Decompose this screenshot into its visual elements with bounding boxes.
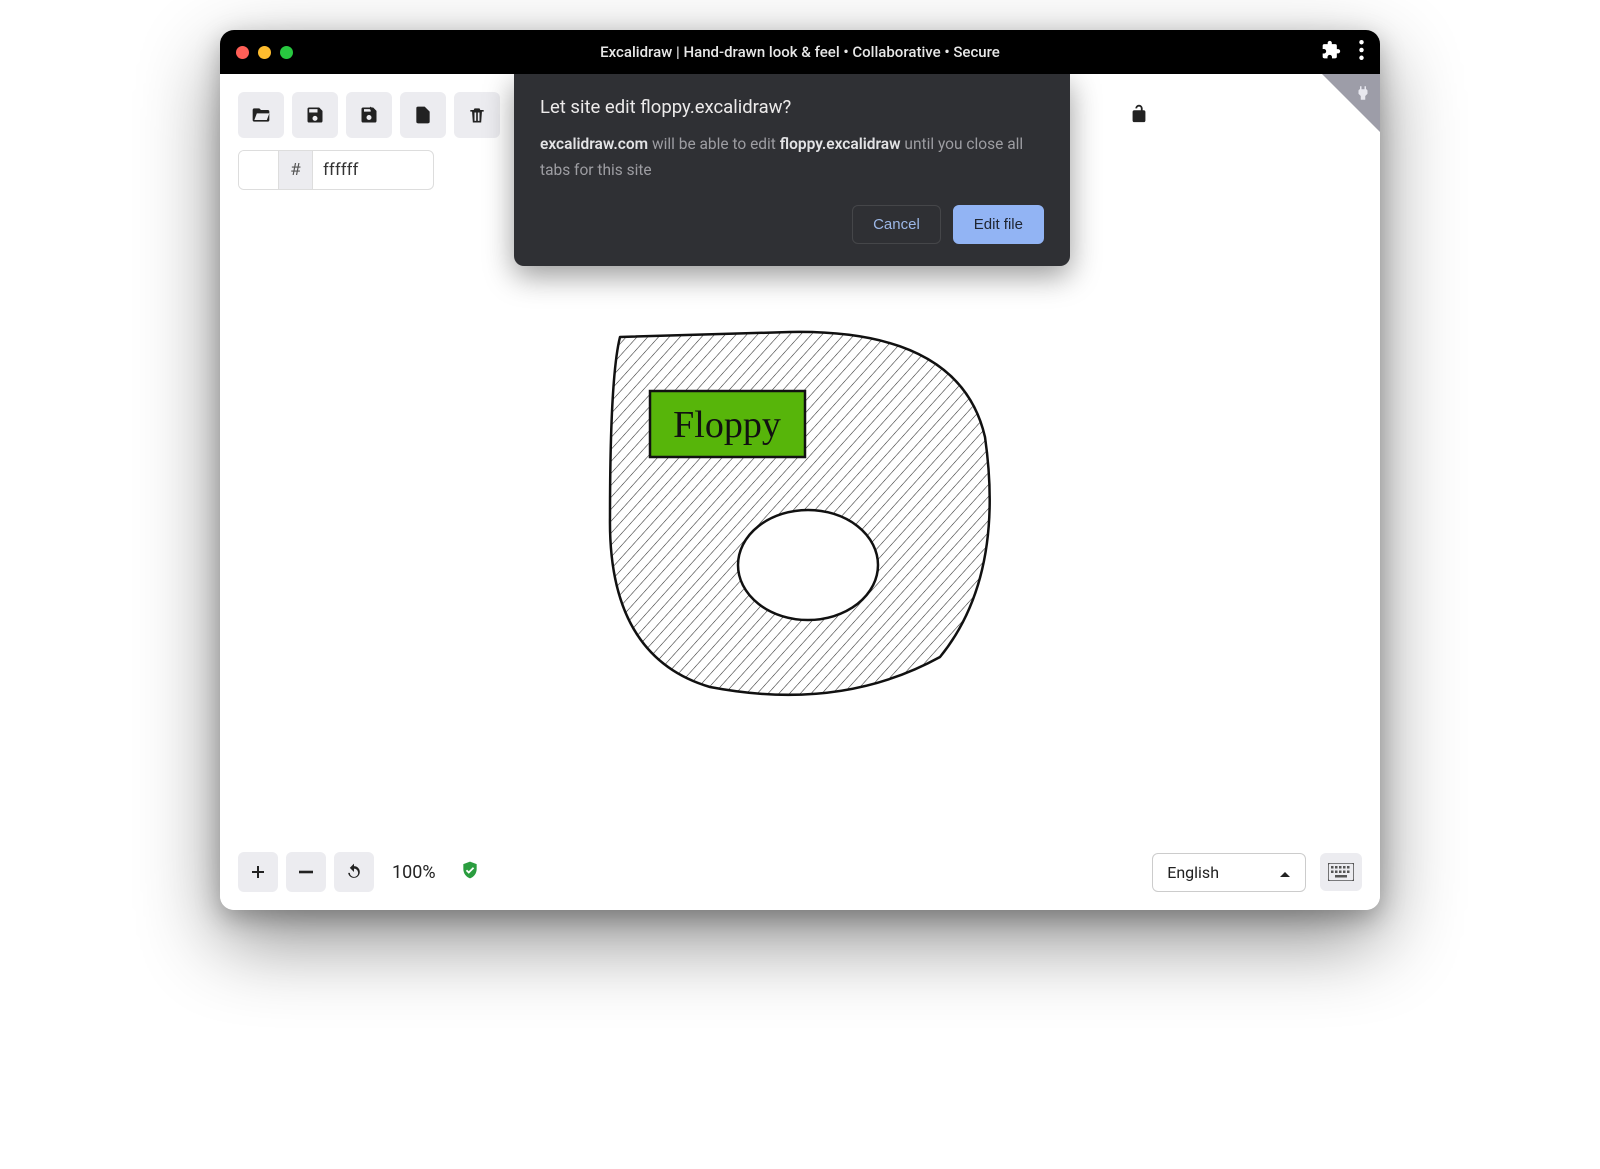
floppy-drawing: Floppy <box>590 317 1010 707</box>
language-label: English <box>1167 863 1219 882</box>
titlebar: Excalidraw | Hand-drawn look & feel • Co… <box>220 30 1380 74</box>
zoom-level: 100% <box>382 862 446 883</box>
background-color-control: # ffffff <box>238 150 434 190</box>
zoom-in-button[interactable] <box>238 852 278 892</box>
minimize-window-button[interactable] <box>258 46 271 59</box>
dialog-body: excalidraw.com will be able to edit flop… <box>540 132 1044 183</box>
chevron-up-icon <box>1279 863 1291 882</box>
plug-icon <box>1354 84 1372 106</box>
bottom-bar: 100% English <box>238 852 1362 892</box>
extensions-icon[interactable] <box>1321 40 1341 64</box>
hash-label: # <box>279 151 313 189</box>
edit-file-button[interactable]: Edit file <box>953 205 1044 244</box>
dialog-filename: floppy.excalidraw <box>780 135 901 153</box>
save-as-button[interactable] <box>346 92 392 138</box>
export-button[interactable] <box>400 92 446 138</box>
app-window: Excalidraw | Hand-drawn look & feel • Co… <box>220 30 1380 910</box>
language-select[interactable]: English <box>1152 853 1306 892</box>
app-body: # ffffff <box>220 74 1380 910</box>
dialog-title: Let site edit floppy.excalidraw? <box>540 96 1044 118</box>
window-title: Excalidraw | Hand-drawn look & feel • Co… <box>600 43 1000 61</box>
open-file-button[interactable] <box>238 92 284 138</box>
dialog-site: excalidraw.com <box>540 135 648 153</box>
delete-button[interactable] <box>454 92 500 138</box>
keyboard-button[interactable] <box>1320 853 1362 891</box>
reset-zoom-button[interactable] <box>334 852 374 892</box>
more-menu-icon[interactable] <box>1359 40 1364 64</box>
drawing-label-text: Floppy <box>673 404 781 446</box>
color-hex-input[interactable]: ffffff <box>313 151 433 189</box>
cancel-button[interactable]: Cancel <box>852 205 941 244</box>
maximize-window-button[interactable] <box>280 46 293 59</box>
save-button[interactable] <box>292 92 338 138</box>
zoom-out-button[interactable] <box>286 852 326 892</box>
color-swatch[interactable] <box>239 151 279 189</box>
traffic-lights <box>236 46 293 59</box>
toolbar: # ffffff <box>238 92 500 190</box>
shield-icon <box>460 859 480 885</box>
permission-dialog: Let site edit floppy.excalidraw? excalid… <box>514 74 1070 266</box>
close-window-button[interactable] <box>236 46 249 59</box>
unlock-icon[interactable] <box>1128 102 1150 128</box>
